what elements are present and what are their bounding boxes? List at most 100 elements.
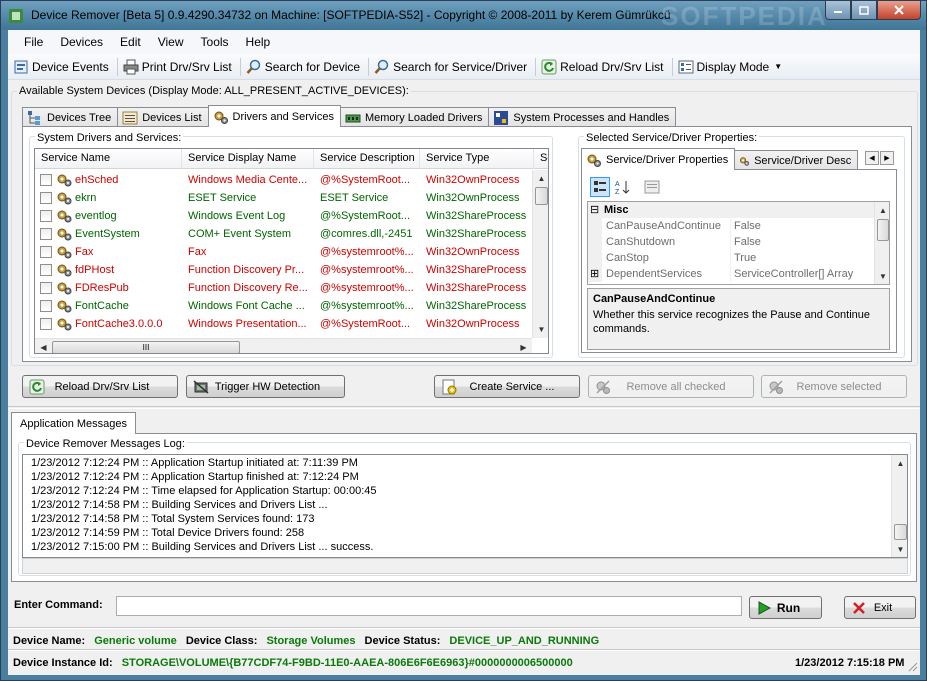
row-checkbox[interactable] bbox=[40, 318, 52, 330]
status-datetime: 1/23/2012 7:15:18 PM bbox=[795, 657, 905, 669]
menu-view[interactable]: View bbox=[151, 35, 194, 49]
scroll-down-arrow[interactable]: ▼ bbox=[875, 268, 889, 284]
table-row[interactable]: FaxFax@%systemroot%...Win32OwnProcessSl bbox=[35, 243, 548, 261]
maximize-button[interactable] bbox=[851, 1, 877, 20]
row-checkbox[interactable] bbox=[40, 228, 52, 240]
scroll-left-arrow[interactable]: ◀ bbox=[35, 339, 52, 353]
reload-list-action-label: Reload Drv/Srv List bbox=[54, 380, 150, 393]
service-name-cell: fdPHost bbox=[35, 263, 182, 277]
device-events-button[interactable]: Device Events bbox=[11, 59, 114, 75]
property-row[interactable]: ⊞ DependentServices ServiceController[] Ar… bbox=[588, 266, 874, 282]
close-button[interactable] bbox=[877, 1, 921, 20]
row-checkbox[interactable] bbox=[40, 300, 52, 312]
svg-text:A: A bbox=[615, 181, 620, 188]
tab-service-description-label: Service/Driver Desc bbox=[754, 154, 852, 167]
remove-selected-button[interactable]: Remove selected bbox=[761, 375, 907, 398]
create-service-button[interactable]: Create Service ... bbox=[434, 375, 580, 398]
tab-devices-tree[interactable]: Devices Tree bbox=[22, 107, 119, 127]
table-row[interactable]: FontCache3.0.0.0 Windows Presentation... @… bbox=[35, 315, 548, 333]
row-checkbox[interactable] bbox=[40, 264, 52, 276]
menu-tools[interactable]: Tools bbox=[194, 35, 239, 49]
command-input[interactable] bbox=[116, 596, 742, 616]
table-row[interactable]: ekrn ESET Service ESET Service Win32OwnProc… bbox=[35, 189, 548, 207]
table-row[interactable]: FDResPub Function Discovery Re... @%system… bbox=[35, 279, 548, 297]
table-row[interactable]: ehSched Windows Media Cente... @%SystemRoo… bbox=[35, 171, 548, 189]
hscroll-thumb[interactable]: III bbox=[52, 341, 240, 353]
tab-scroll-left[interactable]: ◀ bbox=[865, 151, 879, 165]
scroll-thumb[interactable] bbox=[877, 219, 889, 241]
resize-grip-icon[interactable] bbox=[906, 660, 918, 672]
tab-devices-list[interactable]: Devices List bbox=[117, 107, 209, 127]
expand-icon[interactable]: ⊞ bbox=[590, 267, 599, 280]
instance-id-value: STORAGE\VOLUME\{B77CDF74-F9BD-11E0-AAEA-… bbox=[121, 657, 573, 669]
menu-help[interactable]: Help bbox=[239, 35, 281, 49]
messages-log[interactable]: 1/23/2012 7:12:24 PM :: Application Star… bbox=[22, 454, 908, 558]
col-description[interactable]: Service Description bbox=[314, 149, 420, 169]
row-checkbox[interactable] bbox=[40, 192, 52, 204]
drivers-hscroll[interactable]: ◀ III ▶ bbox=[35, 338, 532, 353]
collapse-icon[interactable]: ⊟ bbox=[590, 202, 599, 218]
property-row[interactable]: CanStop True bbox=[588, 250, 874, 266]
menu-devices[interactable]: Devices bbox=[53, 35, 113, 49]
property-row[interactable]: CanPauseAndContinue False bbox=[588, 218, 874, 234]
service-display-name: Windows Event Log bbox=[188, 210, 286, 222]
scroll-up-arrow[interactable]: ▲ bbox=[875, 202, 889, 219]
menu-file[interactable]: File bbox=[17, 35, 53, 49]
run-button[interactable]: Run bbox=[749, 596, 822, 619]
log-hscroll[interactable] bbox=[22, 558, 908, 574]
title-bar[interactable]: Device Remover [Beta 5] 0.9.4290.34732 o… bbox=[1, 1, 926, 31]
splitter[interactable] bbox=[8, 406, 920, 409]
scroll-down-arrow[interactable]: ▼ bbox=[533, 321, 548, 338]
reload-list-button[interactable]: Reload Drv/Srv List bbox=[539, 59, 668, 75]
tab-memory-loaded-drivers[interactable]: Memory Loaded Drivers bbox=[339, 107, 490, 127]
scroll-thumb[interactable] bbox=[535, 187, 548, 205]
service-name-cell: eventlog bbox=[35, 209, 182, 223]
minimize-button[interactable] bbox=[825, 1, 851, 20]
menu-edit[interactable]: Edit bbox=[113, 35, 151, 49]
service-display-name: Fax bbox=[188, 246, 207, 258]
instance-id-label: Device Instance Id: bbox=[13, 657, 113, 669]
scroll-down-arrow[interactable]: ▼ bbox=[892, 541, 907, 557]
col-display-name[interactable]: Service Display Name bbox=[182, 149, 314, 169]
tab-scroll-right[interactable]: ▶ bbox=[880, 151, 894, 165]
col-service-type[interactable]: Service Type bbox=[420, 149, 534, 169]
property-vscroll[interactable]: ▲ ▼ bbox=[874, 202, 889, 284]
table-row[interactable]: fdPHost Function Discovery Pr... @%systemr… bbox=[35, 261, 548, 279]
row-checkbox[interactable] bbox=[40, 282, 52, 294]
scroll-right-arrow[interactable]: ▶ bbox=[515, 339, 532, 353]
scroll-up-arrow[interactable]: ▲ bbox=[533, 170, 548, 187]
table-row[interactable]: EventSystem COM+ Event System @comres.dll,… bbox=[35, 225, 548, 243]
row-checkbox[interactable] bbox=[40, 210, 52, 222]
property-grid[interactable]: ⊟ Misc CanPauseAndContinue False CanShutdo… bbox=[587, 201, 890, 285]
tab-service-description[interactable]: Service/Driver Desc bbox=[734, 150, 859, 170]
row-checkbox[interactable] bbox=[40, 246, 52, 258]
scroll-up-arrow[interactable]: ▲ bbox=[892, 455, 907, 472]
search-service-button[interactable]: Search for Service/Driver bbox=[372, 59, 532, 75]
table-row[interactable]: eventlog Windows Event Log @%SystemRoot...… bbox=[35, 207, 548, 225]
print-list-button[interactable]: Print Drv/Srv List bbox=[121, 59, 237, 75]
sort-alpha-button[interactable]: AZ bbox=[613, 177, 633, 197]
display-mode-button[interactable]: Display Mode ▼ bbox=[676, 59, 788, 75]
col-start-type[interactable]: Se bbox=[534, 149, 548, 169]
exit-button[interactable]: Exit bbox=[844, 596, 916, 619]
property-row[interactable]: CanShutdown False bbox=[588, 234, 874, 250]
tab-drivers-services[interactable]: Drivers and Services bbox=[207, 105, 341, 127]
tab-application-messages[interactable]: Application Messages bbox=[11, 412, 137, 434]
table-row[interactable]: FontCache Windows Font Cache ... @%systemr… bbox=[35, 297, 548, 315]
property-pages-button[interactable] bbox=[642, 177, 662, 197]
tab-service-properties[interactable]: Service/Driver Properties bbox=[581, 148, 736, 170]
reload-list-action-button[interactable]: Reload Drv/Srv List bbox=[22, 375, 178, 398]
property-category-row[interactable]: ⊟ Misc bbox=[588, 202, 874, 218]
tab-system-processes-label: System Processes and Handles bbox=[513, 111, 670, 124]
row-checkbox[interactable] bbox=[40, 174, 52, 186]
scroll-thumb[interactable] bbox=[894, 524, 907, 540]
remove-all-checked-button[interactable]: Remove all checked bbox=[588, 375, 754, 398]
log-vscroll[interactable]: ▲ ▼ bbox=[891, 455, 907, 557]
col-service-name[interactable]: Service Name bbox=[35, 149, 182, 169]
search-device-button[interactable]: Search for Device bbox=[244, 59, 365, 75]
drivers-list[interactable]: Service Name Service Display Name Servic… bbox=[34, 148, 549, 354]
categorized-button[interactable] bbox=[590, 177, 610, 197]
drivers-vscroll[interactable]: ▲ ▼ bbox=[532, 170, 548, 338]
trigger-hw-detection-button[interactable]: Trigger HW Detection bbox=[186, 375, 345, 398]
tab-system-processes[interactable]: System Processes and Handles bbox=[488, 107, 677, 127]
